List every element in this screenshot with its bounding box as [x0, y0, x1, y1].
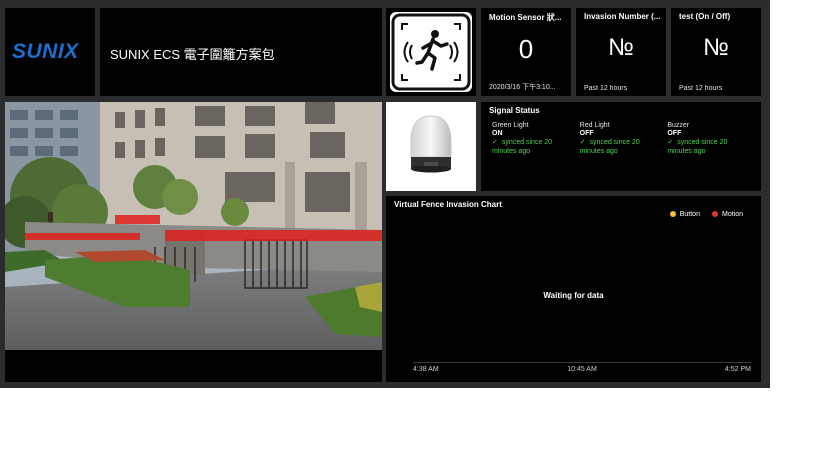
motion-sensor-timestamp: 2020/3/16 下午3:10... [489, 84, 556, 91]
signal-item-sync-text: synced since 20 minutes ago [579, 139, 640, 155]
dashboard: SUNIX SUNIX ECS 電子圍籬方案包 Motion Sensor 狀.… [0, 0, 770, 388]
check-icon: ✓ [579, 139, 586, 146]
chart-title: Virtual Fence Invasion Chart [394, 200, 502, 209]
motion-sensor-value: 0 [518, 34, 534, 64]
logo-tile: SUNIX [5, 8, 95, 96]
x-tick-label: 4:38 AM [413, 366, 439, 373]
signal-item-value: ON [492, 130, 503, 137]
title-tile: SUNIX ECS 電子圍籬方案包 [100, 8, 382, 96]
x-tick-label: 4:52 PM [724, 366, 751, 373]
invasion-chart-tile[interactable]: Virtual Fence Invasion Chart Button Motio… [386, 196, 761, 382]
invasion-number-title: Invasion Number (... [584, 12, 661, 21]
test-onoff-title: test (On / Off) [679, 12, 731, 21]
legend-item[interactable]: Button [669, 211, 700, 218]
camera-view [5, 102, 382, 382]
motion-icon-tile[interactable] [386, 8, 476, 96]
signal-status-tile[interactable]: Signal Status Green Light ON ✓ synced since… [481, 102, 761, 191]
signal-item-sync: ✓ synced since 20 minutes ago [492, 138, 578, 156]
check-icon: ✓ [667, 139, 674, 146]
device-image-tile [386, 102, 476, 191]
signal-item: Buzzer OFF ✓ synced since 20 minutes ago [667, 122, 753, 156]
invasion-number-value: № [608, 34, 634, 61]
signal-item-sync-text: synced since 20 minutes ago [667, 139, 728, 155]
legend-marker [711, 211, 718, 218]
signal-items: Green Light ON ✓ synced since 20 minutes ag… [492, 122, 755, 156]
legend-label: Motion [721, 211, 743, 218]
signal-status-title: Signal Status [489, 106, 540, 115]
sunix-logo: SUNIX [12, 40, 79, 63]
motion-sensor-title: Motion Sensor 狀... [489, 13, 562, 22]
running-person-motion-icon [390, 12, 472, 92]
page-title: SUNIX ECS 電子圍籬方案包 [110, 47, 275, 62]
chart-waiting-message: Waiting for data [543, 291, 604, 300]
chart-legend: Button Motion [658, 211, 743, 218]
chart-x-axis: 4:38 AM 10:45 AM 4:52 PM [413, 366, 751, 376]
legend-label: Button [679, 211, 700, 218]
chart-x-axis-line [413, 362, 751, 363]
test-onoff-tile[interactable]: test (On / Off) № Past 12 hours [671, 8, 761, 96]
signal-item-label: Buzzer [667, 122, 690, 129]
test-onoff-period: Past 12 hours [679, 85, 723, 92]
legend-marker [669, 211, 676, 218]
signal-item: Green Light ON ✓ synced since 20 minutes ag… [492, 122, 578, 156]
check-icon: ✓ [492, 139, 498, 146]
signal-item: Red Light OFF ✓ synced since 20 minutes ago [580, 122, 666, 156]
test-onoff-value: № [703, 34, 729, 61]
signal-item-value: OFF [667, 130, 682, 137]
invasion-number-period: Past 12 hours [584, 85, 628, 92]
invasion-number-tile[interactable]: Invasion Number (... № Past 12 hours [576, 8, 666, 96]
signal-item-sync: ✓ synced since 20 minutes ago [580, 138, 666, 156]
signal-item-sync: ✓ synced since 20 minutes ago [667, 138, 753, 156]
signal-item-label: Green Light [492, 122, 529, 129]
signal-item-sync-text: synced since 20 minutes ago [492, 139, 553, 155]
signal-tower-light-icon [410, 115, 452, 173]
fence-scene-image [5, 102, 382, 350]
signal-item-label: Red Light [579, 122, 610, 129]
motion-sensor-tile[interactable]: Motion Sensor 狀... 0 2020/3/16 下午3:10... [481, 8, 571, 96]
signal-item-value: OFF [579, 130, 594, 137]
x-tick-label: 10:45 AM [567, 366, 597, 373]
legend-item[interactable]: Motion [711, 211, 743, 218]
